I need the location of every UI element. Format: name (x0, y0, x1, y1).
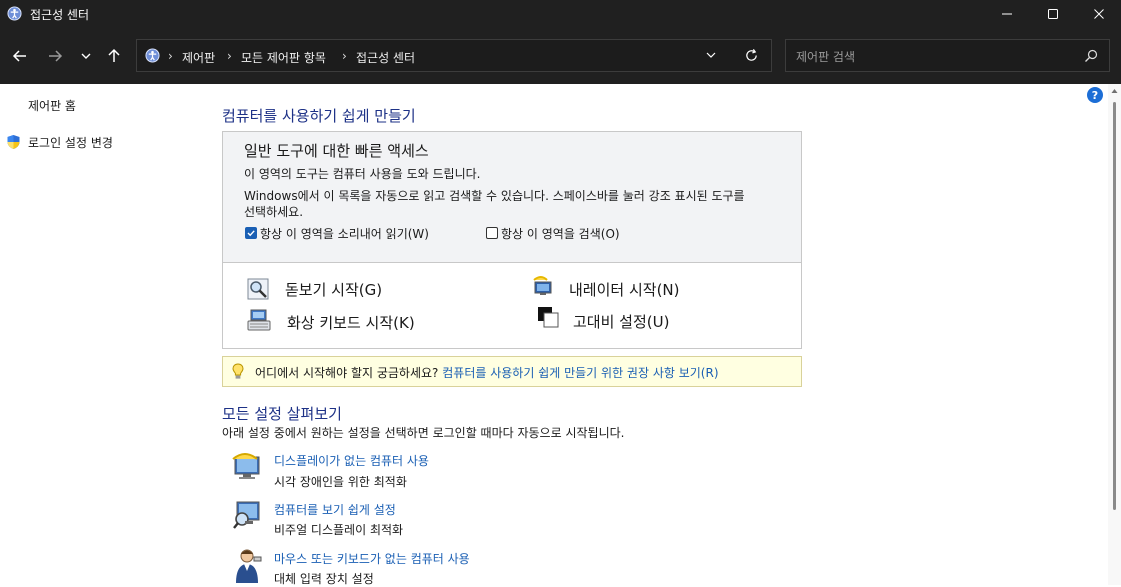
refresh-button[interactable] (744, 48, 760, 64)
shield-icon (7, 135, 20, 149)
breadcrumb-control-panel[interactable]: 제어판 (182, 49, 215, 66)
quick-access-instructions-line1: Windows에서 이 목록을 자동으로 읽고 검색할 수 있습니다. 스페이스… (244, 189, 745, 203)
checkmark-icon (247, 230, 255, 237)
forward-arrow-icon (49, 50, 63, 62)
easier-to-see-icon (233, 501, 260, 529)
start-magnifier-link[interactable]: 돋보기 시작(G) (285, 279, 382, 300)
high-contrast-icon (538, 307, 559, 328)
scan-label[interactable]: 항상 이 영역을 검색(O) (501, 225, 620, 242)
breadcrumb-ease-of-access[interactable]: 접근성 센터 (356, 49, 415, 66)
close-button[interactable] (1076, 0, 1121, 28)
explore-heading: 모든 설정 살펴보기 (222, 405, 342, 423)
maximize-icon (1048, 9, 1058, 19)
back-button[interactable] (6, 42, 34, 70)
chevron-down-icon (81, 53, 91, 59)
scan-checkbox[interactable] (486, 227, 498, 239)
title-bar: 접근성 센터 (0, 0, 1121, 28)
back-arrow-icon (12, 50, 26, 62)
chevron-down-icon (706, 52, 716, 58)
read-aloud-label[interactable]: 항상 이 영역을 소리내어 읽기(W) (260, 225, 429, 242)
control-panel-home-link[interactable]: 제어판 홈 (28, 97, 76, 114)
breadcrumb-separator-icon: › (227, 49, 232, 63)
close-icon (1094, 9, 1104, 19)
up-button[interactable] (100, 42, 128, 70)
ease-of-access-icon (145, 48, 160, 63)
ease-of-access-icon (7, 6, 22, 21)
option-link-easier-to-see[interactable]: 컴퓨터를 보기 쉽게 설정 (274, 501, 396, 518)
scroll-up-icon[interactable] (1111, 88, 1118, 94)
address-bar[interactable]: › 제어판 › 모든 제어판 항목 › 접근성 센터 (136, 39, 772, 72)
up-arrow-icon (108, 48, 120, 62)
minimize-icon (1002, 13, 1012, 15)
quick-access-header: 일반 도구에 대한 빠른 액세스 이 영역의 도구는 컴퓨터 사용을 도와 드립… (223, 132, 801, 263)
vertical-scrollbar[interactable] (1108, 84, 1121, 585)
breadcrumb-separator-icon: › (168, 49, 173, 63)
high-contrast-settings-link[interactable]: 고대비 설정(U) (573, 311, 669, 332)
option-link-no-mouse-keyboard[interactable]: 마우스 또는 키보드가 없는 컴퓨터 사용 (274, 550, 470, 567)
maximize-button[interactable] (1030, 0, 1076, 28)
read-aloud-checkbox[interactable] (245, 227, 257, 239)
breadcrumb-all-items[interactable]: 모든 제어판 항목 (241, 49, 326, 66)
window-title: 접근성 센터 (30, 8, 90, 22)
help-button[interactable]: ? (1087, 87, 1103, 103)
search-box[interactable] (785, 39, 1110, 72)
recommendations-link[interactable]: 컴퓨터를 사용하기 쉽게 만들기 위한 권장 사항 보기(R) (442, 366, 718, 380)
on-screen-keyboard-icon (247, 309, 271, 331)
search-icon[interactable] (1084, 49, 1098, 63)
start-narrator-link[interactable]: 내레이터 시작(N) (569, 279, 680, 300)
user-alternative-input-icon (236, 549, 262, 583)
scrollbar-thumb[interactable] (1113, 102, 1116, 510)
quick-access-instructions-line2: 선택하세요. (244, 205, 304, 219)
explore-description: 아래 설정 중에서 원하는 설정을 선택하면 로그인할 때마다 자동으로 시작됩… (222, 426, 625, 440)
breadcrumb-separator-icon: › (342, 49, 347, 63)
lightbulb-icon (232, 363, 244, 379)
option-desc-easier-to-see: 비주얼 디스플레이 최적화 (274, 523, 404, 537)
change-login-settings-link[interactable]: 로그인 설정 변경 (28, 134, 113, 151)
tip-bar: 어디에서 시작해야 할지 궁금하세요? 컴퓨터를 사용하기 쉽게 만들기 위한 … (222, 356, 802, 387)
forward-button[interactable] (41, 42, 69, 70)
option-desc-no-display: 시각 장애인을 위한 최적화 (274, 475, 407, 489)
minimize-button[interactable] (984, 0, 1030, 28)
narrator-icon (533, 276, 552, 295)
page-heading: 컴퓨터를 사용하기 쉽게 만들기 (222, 107, 416, 125)
search-input[interactable] (794, 46, 1078, 68)
quick-access-title: 일반 도구에 대한 빠른 액세스 (244, 142, 429, 160)
refresh-icon (746, 49, 757, 61)
magnifier-icon (247, 278, 269, 300)
display-off-icon (232, 453, 260, 479)
address-dropdown-button[interactable] (705, 49, 719, 63)
navigation-bar: › 제어판 › 모든 제어판 항목 › 접근성 센터 (0, 28, 1121, 84)
recent-locations-button[interactable] (72, 42, 100, 70)
option-desc-no-mouse-keyboard: 대체 입력 장치 설정 (274, 572, 374, 586)
option-link-no-display[interactable]: 디스플레이가 없는 컴퓨터 사용 (274, 452, 429, 469)
quick-access-panel: 일반 도구에 대한 빠른 액세스 이 영역의 도구는 컴퓨터 사용을 도와 드립… (222, 131, 802, 349)
start-on-screen-keyboard-link[interactable]: 화상 키보드 시작(K) (287, 312, 415, 333)
quick-access-description: 이 영역의 도구는 컴퓨터 사용을 도와 드립니다. (244, 167, 481, 181)
tip-text: 어디에서 시작해야 할지 궁금하세요? (255, 366, 439, 380)
